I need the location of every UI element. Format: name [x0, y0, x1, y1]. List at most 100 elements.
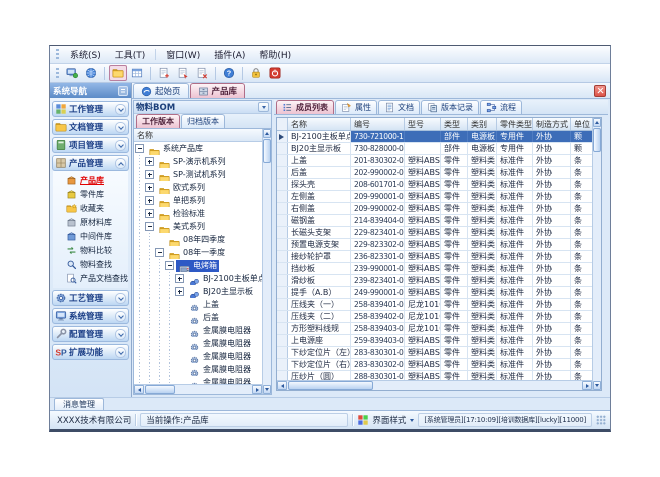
table-row[interactable]: 长磁头支架229-823401-00E塑料ABS零件塑料类标准件外协条 [277, 227, 592, 239]
table-cell[interactable]: 压纱片（圆） [288, 371, 351, 380]
document-tab[interactable]: 产品库 [190, 83, 246, 98]
table-cell[interactable]: 外协 [533, 239, 571, 250]
sidebar-item[interactable]: 收藏夹 [66, 201, 128, 215]
table-row[interactable]: 方形塑料线规258-839403-00E尼龙1010零件塑料类标准件外协条 [277, 323, 592, 335]
table-cell[interactable]: 预置电源支架 [288, 239, 351, 250]
table-cell[interactable]: 接纱轮护罩 [288, 251, 351, 262]
sidebar-item[interactable]: 原材料库 [66, 215, 128, 229]
table-cell[interactable]: 条 [571, 299, 592, 310]
table-cell[interactable]: 外协 [533, 311, 571, 322]
table-cell[interactable]: 零件 [441, 155, 468, 166]
tree-item[interactable]: 后盖 [134, 311, 262, 324]
table-cell[interactable]: 零件 [441, 347, 468, 358]
table-cell[interactable]: 零件 [441, 203, 468, 214]
tree-item[interactable]: 金属膜电阻器 [134, 324, 262, 337]
table-cell[interactable]: 条 [571, 275, 592, 286]
chevron-down-icon[interactable] [115, 347, 126, 358]
table-cell[interactable]: 零件 [441, 359, 468, 370]
table-cell[interactable]: 探头壳 [288, 179, 351, 190]
table-cell[interactable]: 229-823302-00E [351, 239, 405, 250]
expand-icon[interactable] [175, 287, 184, 296]
table-cell[interactable] [405, 143, 441, 154]
column-header[interactable]: 单位 [571, 118, 592, 130]
table-cell[interactable]: 外协 [533, 251, 571, 262]
tree-item[interactable]: 电烤箱 [134, 259, 262, 272]
table-cell[interactable]: 外协 [533, 287, 571, 298]
table-cell[interactable]: 外协 [533, 299, 571, 310]
table-cell[interactable]: 塑料ABS [405, 167, 441, 178]
menu-item[interactable]: 帮助(H) [252, 46, 298, 63]
table-cell[interactable]: BJ-2100主板单点 [288, 131, 351, 142]
table-cell[interactable]: 标准件 [497, 323, 533, 334]
table-cell[interactable]: 条 [571, 287, 592, 298]
table-cell[interactable]: 专用件 [497, 131, 533, 142]
ui-style-dropdown[interactable]: 界面样式 [357, 414, 414, 426]
report-del-button[interactable] [193, 65, 211, 81]
collapse-icon[interactable] [165, 261, 174, 270]
table-cell[interactable]: 标准件 [497, 335, 533, 346]
table-cell[interactable]: 条 [571, 191, 592, 202]
sidebar-item[interactable]: 中间件库 [66, 229, 128, 243]
table-cell[interactable]: 电源板 [468, 131, 497, 142]
table-cell[interactable]: 229-823401-00E [351, 227, 405, 238]
collapse-icon[interactable] [135, 144, 144, 153]
table-cell[interactable]: 塑料类 [468, 371, 497, 380]
table-cell[interactable]: 249-990001-01E [351, 287, 405, 298]
table-cell[interactable]: 外协 [533, 167, 571, 178]
scroll-up-button[interactable] [593, 118, 601, 127]
tree-item[interactable]: 08年一季度 [134, 246, 262, 259]
sidebar-section-1[interactable]: 文档管理 [52, 119, 129, 135]
table-cell[interactable]: 塑料类 [468, 227, 497, 238]
table-cell[interactable]: 条 [571, 203, 592, 214]
help-button[interactable]: ? [220, 65, 238, 81]
sidebar-section-3[interactable]: 产品管理 [52, 155, 129, 171]
table-cell[interactable]: 259-839403-00E [351, 335, 405, 346]
table-cell[interactable]: 外协 [533, 275, 571, 286]
folder-button[interactable] [109, 65, 127, 81]
bom-panel-options-button[interactable] [258, 102, 269, 112]
table-cell[interactable]: 塑料类 [468, 215, 497, 226]
expand-icon[interactable] [145, 196, 154, 205]
member-tab[interactable]: 成员列表 [276, 100, 334, 114]
expand-icon[interactable] [145, 170, 154, 179]
table-cell[interactable]: 提手（A.B） [288, 287, 351, 298]
table-cell[interactable]: 塑料ABS [405, 215, 441, 226]
table-cell[interactable]: 258-839401-00E [351, 299, 405, 310]
table-cell[interactable]: 标准件 [497, 359, 533, 370]
table-row[interactable]: 下纱定位片（左）283-830301-00E塑料ABS零件塑料类标准件外协条 [277, 347, 592, 359]
table-cell[interactable]: 条 [571, 323, 592, 334]
table-cell[interactable]: 外协 [533, 323, 571, 334]
scroll-up-button[interactable] [263, 129, 271, 138]
table-cell[interactable]: 塑料ABS [405, 359, 441, 370]
table-cell[interactable]: 条 [571, 215, 592, 226]
chevron-down-icon[interactable] [115, 311, 126, 322]
table-cell[interactable]: 条 [571, 239, 592, 250]
table-cell[interactable]: 零件 [441, 227, 468, 238]
sidebar-section-6[interactable]: 配置管理 [52, 326, 129, 342]
table-cell[interactable]: 标准件 [497, 275, 533, 286]
table-cell[interactable]: 塑料类 [468, 239, 497, 250]
tree-item[interactable]: 系统产品库 [134, 142, 262, 155]
table-cell[interactable]: 标准件 [497, 287, 533, 298]
table-cell[interactable]: 零件 [441, 263, 468, 274]
tree-item[interactable]: 检验标准 [134, 207, 262, 220]
table-cell[interactable]: 塑料类 [468, 359, 497, 370]
table-cell[interactable]: 外协 [533, 371, 571, 380]
bom-version-tab[interactable]: 归档版本 [181, 114, 225, 128]
table-cell[interactable]: 条 [571, 335, 592, 346]
table-cell[interactable]: 上电源座 [288, 335, 351, 346]
tree-column-header[interactable]: 名称 [134, 129, 262, 142]
table-cell[interactable]: 外协 [533, 347, 571, 358]
table-cell[interactable]: BJ20主显示板 [288, 143, 351, 154]
table-horizontal-scrollbar[interactable] [277, 380, 592, 390]
tree-item[interactable]: 单把系列 [134, 194, 262, 207]
table-row[interactable]: 接纱轮护罩236-823301-00E塑料ABS零件塑料类标准件外协条 [277, 251, 592, 263]
table-cell[interactable]: 塑料类 [468, 275, 497, 286]
tree-item[interactable]: SP-测试机系列 [134, 168, 262, 181]
menu-item[interactable]: 系统(S) [63, 46, 108, 63]
table-cell[interactable]: 下纱定位片（左） [288, 347, 351, 358]
resize-grip[interactable] [596, 415, 606, 425]
table-cell[interactable]: 外协 [533, 335, 571, 346]
table-cell[interactable]: 条 [571, 179, 592, 190]
table-cell[interactable]: 部件 [441, 131, 468, 142]
